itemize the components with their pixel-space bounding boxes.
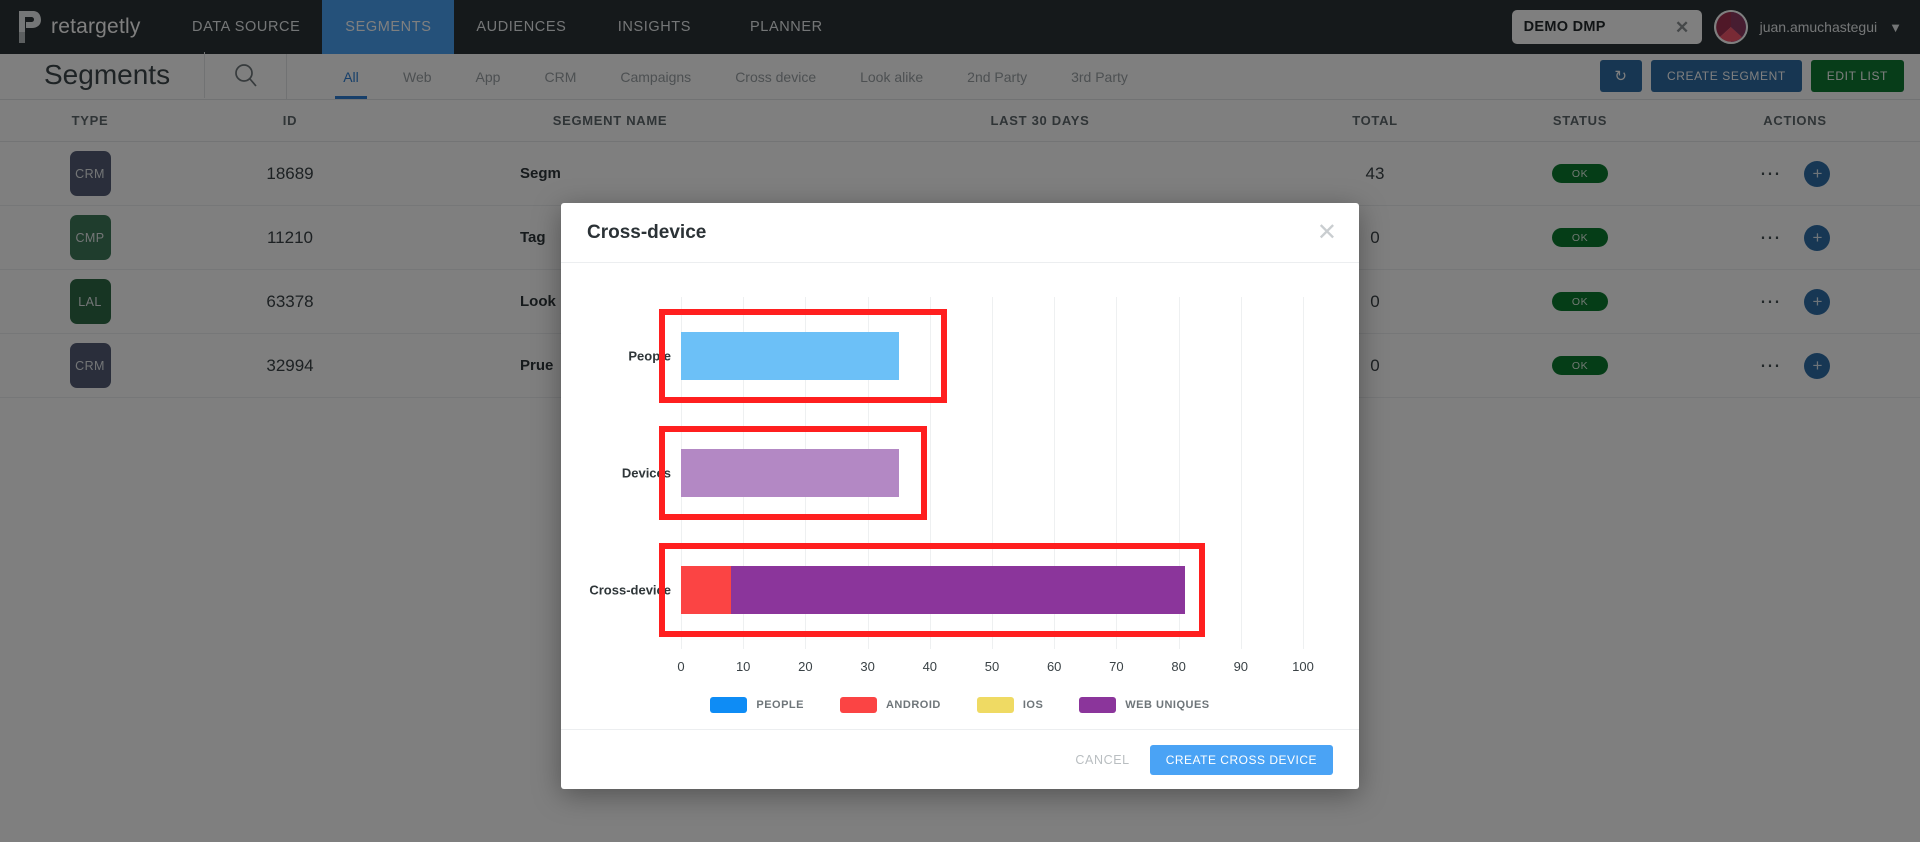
legend-label-people: PEOPLE	[756, 699, 804, 711]
chart-x-tick-label: 30	[860, 659, 875, 674]
chart-category-label: Devices	[621, 465, 671, 481]
legend-label-ios: IOS	[1022, 699, 1044, 711]
chart-bar-segment	[681, 331, 899, 380]
chart-x-tick-label: 60	[1046, 659, 1062, 674]
chart-bar-group: People	[628, 297, 1303, 414]
chart-x-tick-label: 50	[984, 659, 1000, 674]
modal-body: People Devices Cross-device 0 10 20 30 40 50 60 7…	[561, 263, 1359, 729]
legend-item-people: PEOPLE	[710, 697, 804, 713]
chart-x-tick-label: 90	[1233, 659, 1249, 674]
legend-label-web-uniques: WEB UNIQUES	[1125, 699, 1210, 711]
chart-bar-segment	[681, 448, 899, 497]
create-cross-device-button[interactable]: CREATE CROSS DEVICE	[1149, 744, 1333, 775]
chart-x-tick-label: 70	[1109, 659, 1124, 674]
chart-category-label: Cross-device	[589, 582, 671, 598]
chart-x-tick-label: 40	[922, 659, 938, 674]
chart-bar	[681, 448, 899, 497]
chart-bar	[681, 331, 899, 380]
chart-x-tick-label: 10	[735, 659, 751, 674]
legend-swatch-web-uniques	[1079, 697, 1117, 713]
cross-device-chart: People Devices Cross-device 0 10 20 30 40 50 60 7…	[561, 263, 1359, 729]
chart-x-axis: 0 10 20 30 40 50 60 70 80 90 100	[677, 659, 1313, 679]
chart-x-tick-label: 0	[677, 659, 685, 674]
cancel-button[interactable]: CANCEL	[1075, 753, 1129, 767]
modal-title: Cross-device	[587, 221, 707, 243]
legend-item-web-uniques: WEB UNIQUES	[1079, 697, 1209, 713]
legend-label-android: ANDROID	[885, 699, 941, 711]
app-root: retargetly DATA SOURCE SEGMENTS AUDIENCE…	[0, 0, 1920, 842]
legend-swatch-ios	[976, 697, 1014, 713]
chart-bar-group: Devices	[622, 414, 1303, 531]
close-icon[interactable]: ✕	[1317, 221, 1337, 245]
chart-bar-segment	[730, 566, 1185, 615]
modal-header: Cross-device ✕	[561, 203, 1359, 263]
chart-plot-area: People Devices Cross-device	[589, 297, 1304, 649]
cross-device-modal: Cross-device ✕ People Devices Cross-device…	[561, 203, 1359, 789]
legend-swatch-android	[839, 697, 877, 713]
chart-x-tick-label: 80	[1171, 659, 1186, 674]
legend-item-ios: IOS	[976, 697, 1044, 713]
chart-bar-segment	[681, 566, 731, 615]
chart-legend: PEOPLE ANDROID IOS WEB UNIQUES	[561, 697, 1359, 713]
modal-footer: CANCEL CREATE CROSS DEVICE	[561, 729, 1359, 789]
chart-gridline	[1303, 297, 1304, 649]
chart-bar	[681, 566, 1185, 615]
legend-item-android: ANDROID	[839, 697, 941, 713]
chart-bar-group: Cross-device	[589, 532, 1303, 649]
chart-x-tick-label: 100	[1292, 659, 1314, 674]
legend-swatch-people	[710, 697, 748, 713]
chart-category-label: People	[628, 348, 671, 364]
chart-x-tick-label: 20	[798, 659, 813, 674]
